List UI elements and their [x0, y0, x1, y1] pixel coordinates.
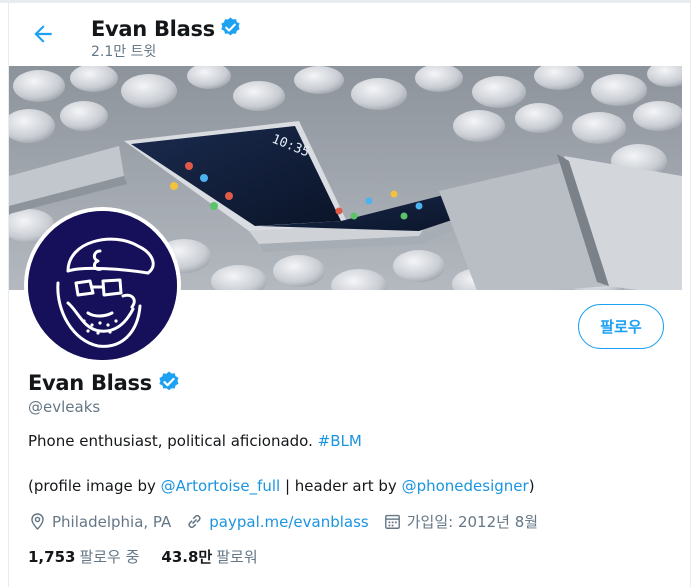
verified-badge-icon: [157, 370, 181, 398]
hashtag-link[interactable]: #BLM: [318, 432, 362, 450]
website-item: paypal.me/evanblass: [185, 512, 369, 531]
following-link[interactable]: 1,753 팔로우 중: [28, 546, 139, 567]
header-name: Evan Blass: [91, 16, 215, 41]
follow-stats: 1,753 팔로우 중 43.8만 팔로워: [28, 546, 280, 567]
followers-count: 43.8만: [161, 548, 213, 566]
profile-meta: Philadelphia, PA paypal.me/evanblass 가입일…: [28, 511, 552, 532]
profile-credit: (profile image by @Artortoise_full | hea…: [28, 477, 535, 495]
verified-badge-icon: [219, 16, 242, 43]
following-label: 팔로우 중: [79, 548, 140, 566]
followers-link[interactable]: 43.8만 팔로워: [161, 546, 257, 567]
profile-name-row: Evan Blass: [28, 368, 181, 398]
location-pin-icon: [31, 513, 44, 531]
profile-handle: @evleaks: [28, 398, 101, 416]
mention-link-artortoise[interactable]: @Artortoise_full: [161, 477, 281, 495]
credit-open: (profile image by: [28, 477, 161, 495]
following-count: 1,753: [28, 548, 76, 566]
credit-middle: | header art by: [280, 477, 402, 495]
profile-name: Evan Blass: [28, 371, 152, 395]
website-link[interactable]: paypal.me/evanblass: [209, 513, 368, 531]
tweet-count: 2.1만 트윗: [91, 44, 157, 60]
calendar-icon: [384, 514, 400, 529]
location-text: Philadelphia, PA: [52, 512, 172, 531]
avatar-illustration: [28, 211, 177, 360]
link-icon: [188, 514, 201, 529]
profile-bio: Phone enthusiast, political aficionado. …: [28, 432, 362, 450]
avatar[interactable]: [24, 207, 181, 364]
joined-item: 가입일: 2012년 8월: [383, 511, 538, 532]
bio-text: Phone enthusiast, political aficionado.: [28, 432, 318, 450]
joined-text: 가입일: 2012년 8월: [406, 513, 539, 531]
mention-link-phonedesigner[interactable]: @phonedesigner: [402, 477, 529, 495]
follow-button[interactable]: 팔로우: [578, 304, 664, 349]
back-button[interactable]: [30, 21, 56, 47]
header-title: Evan Blass: [91, 14, 242, 43]
credit-close: ): [528, 477, 535, 495]
avatar-image: [28, 211, 177, 360]
location-item: Philadelphia, PA: [28, 512, 171, 531]
arrow-left-icon: [34, 25, 52, 43]
followers-label: 팔로워: [216, 548, 258, 566]
profile-topbar: Evan Blass 2.1만 트윗: [8, 3, 691, 65]
